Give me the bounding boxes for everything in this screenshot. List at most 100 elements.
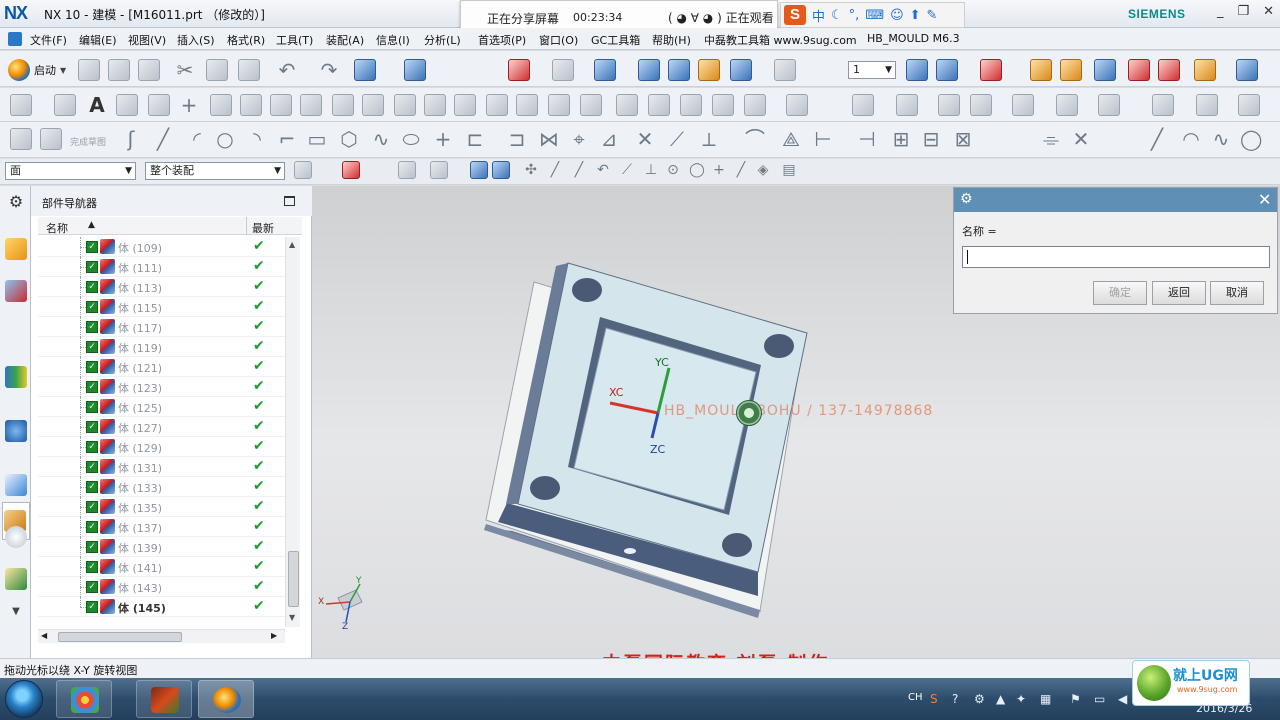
layer-select[interactable]: 1 ▼	[848, 61, 896, 79]
taskbar-app-picasa[interactable]	[56, 680, 112, 718]
trim-curve-icon[interactable]: ✕	[1070, 128, 1092, 150]
sort-ascending-icon[interactable]: ▲	[88, 220, 95, 230]
menu-window[interactable]: 窗口(O)	[539, 32, 578, 48]
section-icon[interactable]	[698, 59, 720, 81]
dialog-header[interactable]: ⚙ ✕	[954, 188, 1277, 212]
horizontal-scrollbar[interactable]: ◀ ▶	[38, 629, 285, 643]
trim-body-icon[interactable]	[680, 94, 702, 116]
move-face-icon[interactable]	[896, 94, 918, 116]
mirror-curve-icon[interactable]: ⋈	[538, 128, 560, 150]
surface-icon[interactable]	[1152, 94, 1174, 116]
visibility-checkbox[interactable]: ✓	[86, 261, 98, 273]
snap-on-face-icon[interactable]: ◈	[752, 159, 774, 181]
rapid-dimension-icon[interactable]: ⊢	[812, 128, 834, 150]
snap-mid-icon[interactable]: ╱	[544, 159, 566, 181]
vertical-scrollbar[interactable]: ▲ ▼	[285, 237, 300, 627]
select-all-icon[interactable]	[342, 161, 360, 179]
menu-help[interactable]: 帮助(H)	[652, 32, 691, 48]
menu-hb-mould[interactable]: HB_MOULD M6.3	[867, 32, 960, 45]
undo-icon[interactable]: ↶	[276, 59, 298, 81]
new-icon[interactable]	[78, 59, 100, 81]
basic-arc-icon[interactable]: ◠	[1180, 128, 1202, 150]
visibility-checkbox[interactable]: ✓	[86, 341, 98, 353]
snap-bounded-icon[interactable]: ▤	[778, 159, 800, 181]
profile-icon[interactable]: ʃ	[120, 128, 142, 150]
sogou-icon[interactable]: S	[784, 5, 806, 25]
text-icon[interactable]: A	[86, 94, 108, 116]
fillet-icon[interactable]: ◝	[246, 128, 268, 150]
fillet-curve-icon[interactable]: ⌒	[744, 128, 766, 150]
snap-end-icon[interactable]: ✣	[520, 159, 542, 181]
tree-row[interactable]: ✓ 体 (133) ✔	[38, 477, 286, 497]
intersect-icon[interactable]	[516, 94, 538, 116]
menu-view[interactable]: 视图(V)	[128, 32, 166, 48]
replace-face-icon[interactable]	[970, 94, 992, 116]
menu-file[interactable]: 文件(F)	[30, 32, 67, 48]
point-icon[interactable]	[1094, 59, 1116, 81]
chevron-down-icon[interactable]: ▼	[5, 606, 27, 628]
back-button[interactable]: 返回	[1152, 281, 1206, 305]
menu-edit[interactable]: 编辑(E)	[79, 32, 117, 48]
open-icon[interactable]	[108, 59, 130, 81]
ok-button[interactable]: 确定	[1093, 281, 1147, 305]
hole-top-left[interactable]	[572, 278, 602, 302]
shirt-icon[interactable]: ⬆	[910, 8, 921, 23]
visibility-checkbox[interactable]: ✓	[86, 461, 98, 473]
menu-preferences[interactable]: 首选项(P)	[478, 32, 526, 48]
linked-face-icon[interactable]	[1098, 94, 1120, 116]
split-body-icon[interactable]	[712, 94, 734, 116]
restore-button[interactable]: ❐	[1237, 4, 1249, 19]
volume-icon[interactable]: ◀	[1118, 692, 1127, 706]
tree-row[interactable]: ✓ 体 (143) ✔	[38, 577, 286, 597]
tree-row[interactable]: ✓ 体 (129) ✔	[38, 437, 286, 457]
constraints-icon[interactable]: ⟁	[780, 128, 802, 150]
settings-tray-icon[interactable]: ⚙	[974, 692, 985, 706]
cancel-button[interactable]: 取消	[1210, 281, 1264, 305]
line-icon[interactable]: ╱	[152, 128, 174, 150]
snap-point-icon[interactable]: +	[708, 159, 730, 181]
app-tray-icon[interactable]: ✦	[1016, 692, 1026, 706]
tree-row[interactable]: ✓ 体 (139) ✔	[38, 537, 286, 557]
quick-extend-icon[interactable]: ⟋	[666, 128, 688, 150]
scroll-left-icon[interactable]: ◀	[41, 631, 47, 640]
web-browser-icon[interactable]	[5, 474, 27, 496]
pad-icon[interactable]	[362, 94, 384, 116]
quick-trim-icon[interactable]: ✕	[634, 128, 656, 150]
snap-perp-icon[interactable]: ⊥	[640, 159, 662, 181]
snap-quadrant-icon[interactable]: ◯	[686, 159, 708, 181]
visibility-checkbox[interactable]: ✓	[86, 401, 98, 413]
tree-row[interactable]: ✓ 体 (115) ✔	[38, 297, 286, 317]
shell-icon[interactable]	[616, 94, 638, 116]
tree-row[interactable]: ✓ 体 (137) ✔	[38, 517, 286, 537]
close-button[interactable]: ✕	[1263, 4, 1274, 19]
punctuation-icon[interactable]: °,	[849, 8, 860, 23]
arc-icon[interactable]: ◜	[186, 128, 208, 150]
visibility-checkbox[interactable]: ✓	[86, 541, 98, 553]
boss-icon[interactable]	[300, 94, 322, 116]
basic-circle-icon[interactable]: ◯	[1240, 128, 1262, 150]
snap-on-curve-icon[interactable]: ╱	[730, 159, 752, 181]
snap-intersect-icon[interactable]: ⟋	[616, 159, 638, 181]
side-hole[interactable]	[624, 548, 636, 554]
menu-assembly[interactable]: 装配(A)	[326, 32, 364, 48]
wireframe-icon[interactable]	[668, 59, 690, 81]
datum-icon[interactable]	[54, 94, 76, 116]
revolve-icon[interactable]	[240, 94, 262, 116]
background-icon[interactable]	[774, 59, 796, 81]
sketch-curve-icon[interactable]: ⌯	[1040, 128, 1062, 150]
selection-icon[interactable]	[354, 59, 376, 81]
alternate-solution-icon[interactable]: ⊠	[952, 128, 974, 150]
measure-icon[interactable]	[1194, 59, 1216, 81]
name-input[interactable]	[962, 246, 1270, 268]
visibility-checkbox[interactable]: ✓	[86, 501, 98, 513]
taskbar-app-photo[interactable]	[136, 680, 192, 718]
hscroll-thumb[interactable]	[58, 632, 182, 642]
visibility-checkbox[interactable]: ✓	[86, 301, 98, 313]
slot-icon[interactable]	[394, 94, 416, 116]
user-icon[interactable]: ☺	[890, 8, 904, 23]
offset-face-icon[interactable]	[852, 94, 874, 116]
derived-lines-icon[interactable]: ⊿	[598, 128, 620, 150]
type-filter-select[interactable]: 面 ▼	[5, 162, 136, 180]
tree-row[interactable]: ✓ 体 (109) ✔	[38, 237, 286, 257]
basic-spline-icon[interactable]: ∿	[1210, 128, 1232, 150]
